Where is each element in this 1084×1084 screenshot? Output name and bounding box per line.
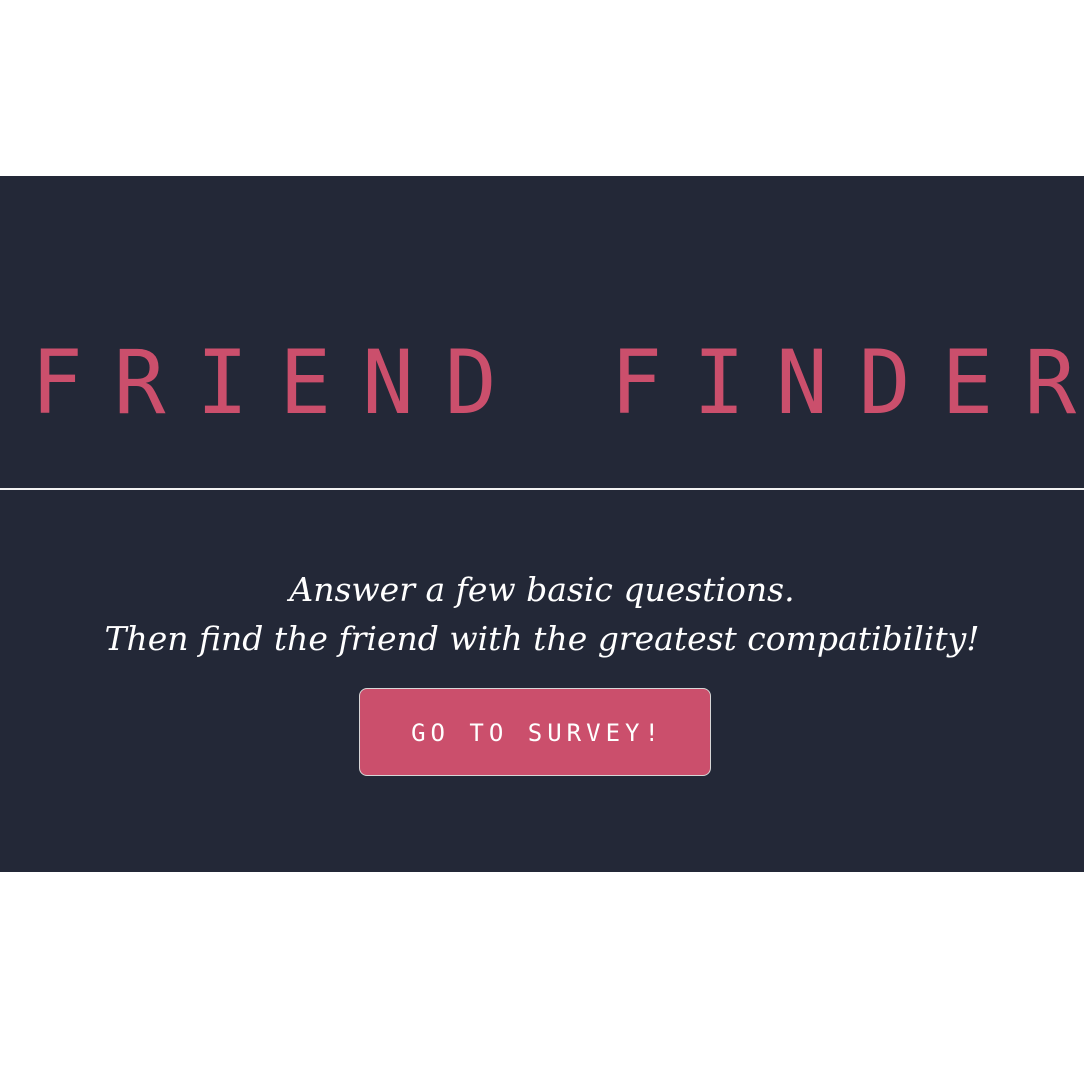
tagline-line-1: Answer a few basic questions.	[289, 570, 795, 609]
page-title: FRIEND FINDER	[31, 331, 1084, 435]
divider	[0, 488, 1084, 490]
page: FRIEND FINDER Answer a few basic questio…	[0, 0, 1084, 1084]
tagline: Answer a few basic questions. Then find …	[0, 565, 1084, 663]
go-to-survey-button[interactable]: GO TO SURVEY!	[359, 688, 711, 776]
tagline-line-2: Then find the friend with the greatest c…	[104, 619, 980, 658]
